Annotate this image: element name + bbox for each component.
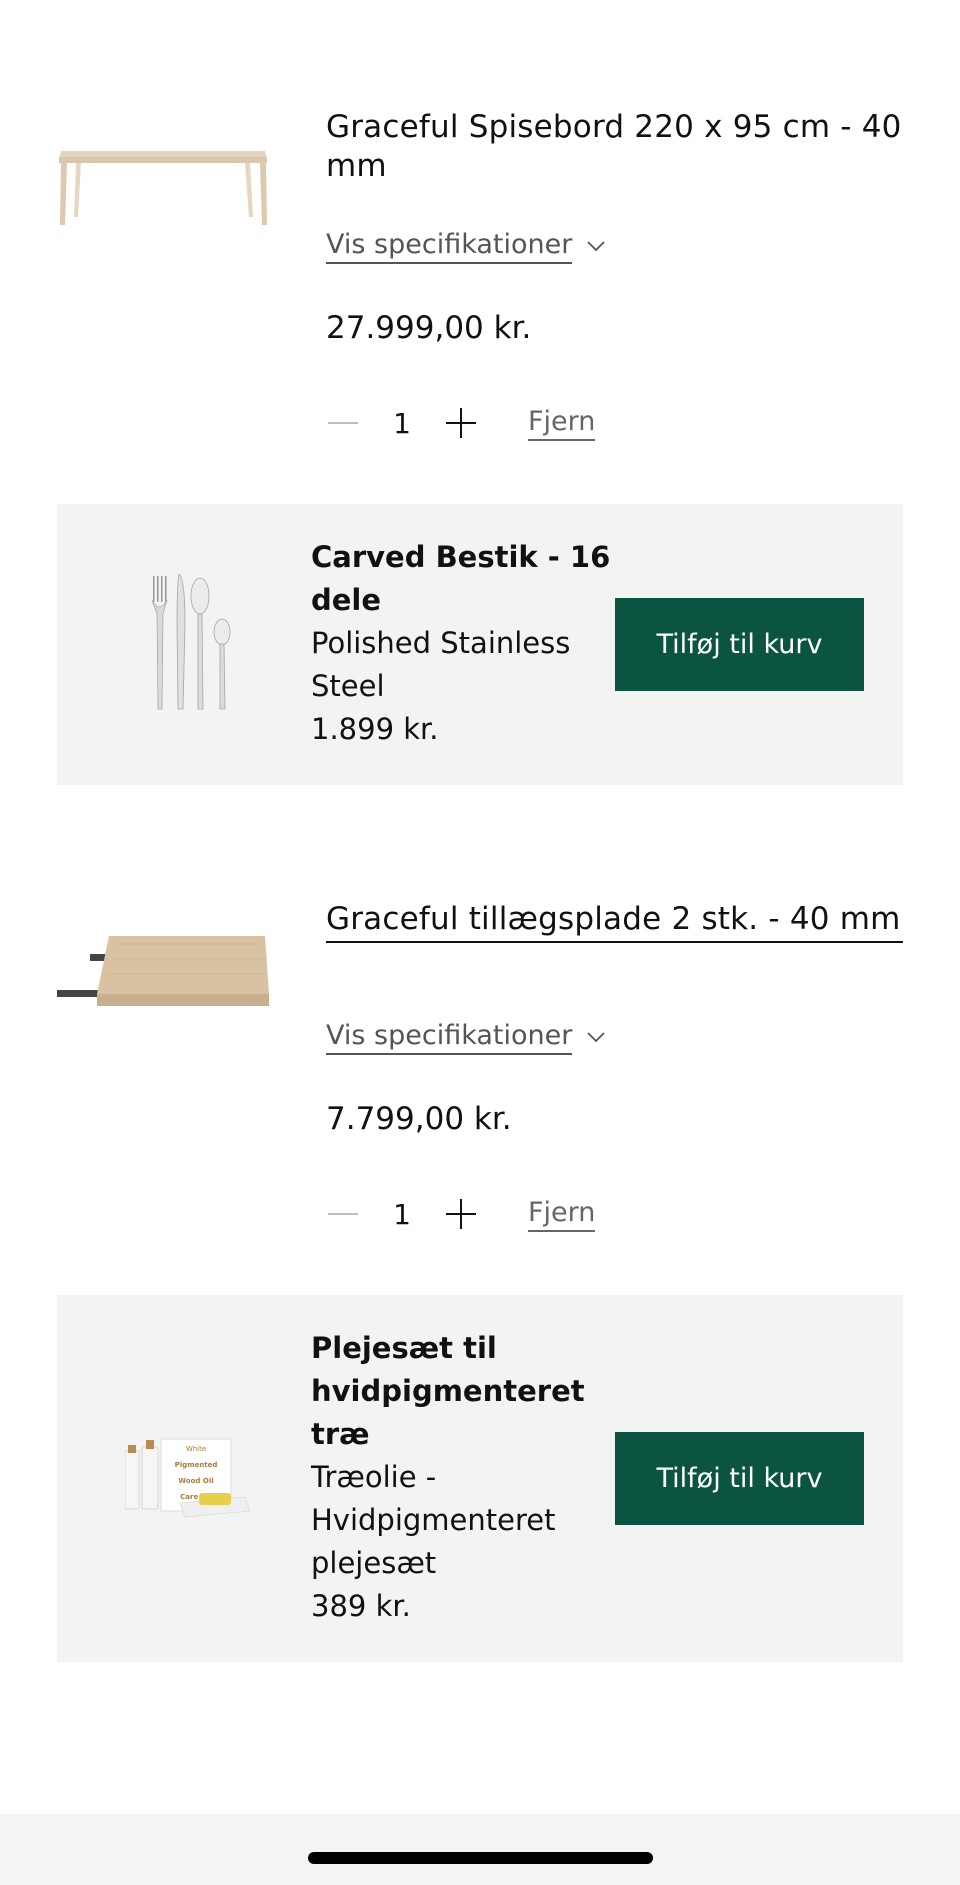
- upsell-variant: Polished Stainless Steel: [311, 626, 571, 703]
- chevron-down-icon: [587, 1032, 605, 1043]
- product-title[interactable]: Graceful tillægsplade 2 stk. - 40 mm: [326, 900, 903, 943]
- care-kit-label-wood-oil: Wood Oil: [178, 1477, 213, 1485]
- quantity-value: 1: [393, 1197, 411, 1231]
- spec-toggle[interactable]: Vis specifikationer: [326, 228, 606, 264]
- minus-icon[interactable]: [326, 406, 360, 440]
- upsell-card: White Pigmented Wood Oil Care Kit Plejes…: [57, 1295, 903, 1662]
- chevron-down-icon: [587, 241, 605, 252]
- home-indicator[interactable]: [308, 1852, 653, 1864]
- minus-icon[interactable]: [326, 1197, 360, 1231]
- quantity-stepper: 1 Fjern: [326, 405, 596, 441]
- item-price: 27.999,00 kr.: [326, 310, 532, 346]
- spec-toggle[interactable]: Vis specifikationer: [326, 1019, 606, 1055]
- plus-icon[interactable]: [444, 406, 478, 440]
- upsell-card: Carved Bestik - 16 dele Polished Stainle…: [57, 504, 903, 785]
- dining-table-image[interactable]: [57, 145, 269, 235]
- add-to-cart-button[interactable]: Tilføj til kurv: [615, 1432, 864, 1525]
- item-price: 7.799,00 kr.: [326, 1101, 512, 1137]
- quantity-stepper: 1 Fjern: [326, 1196, 596, 1232]
- product-title-text[interactable]: Graceful tillægsplade 2 stk. - 40 mm: [326, 900, 903, 943]
- care-kit-label-pigmented: Pigmented: [175, 1461, 218, 1469]
- upsell-price: 1.899 kr.: [311, 712, 439, 746]
- upsell-variant: Træolie - Hvidpigmenteret plejesæt: [311, 1460, 556, 1580]
- upsell-details: Carved Bestik - 16 dele Polished Stainle…: [311, 536, 611, 751]
- home-indicator-area: [0, 1814, 960, 1885]
- remove-link[interactable]: Fjern: [528, 405, 596, 441]
- upsell-name[interactable]: Carved Bestik - 16 dele: [311, 536, 611, 622]
- plus-icon[interactable]: [444, 1197, 478, 1231]
- extension-leaf-image[interactable]: [57, 934, 269, 1014]
- care-kit-label-white: White: [186, 1445, 206, 1453]
- remove-link[interactable]: Fjern: [528, 1196, 596, 1232]
- upsell-price: 389 kr.: [311, 1589, 411, 1623]
- quantity-value: 1: [393, 406, 411, 440]
- upsell-details: Plejesæt til hvidpigmenteret træ Træolie…: [311, 1327, 611, 1628]
- add-to-cart-button[interactable]: Tilføj til kurv: [615, 598, 864, 691]
- product-title[interactable]: Graceful Spisebord 220 x 95 cm - 40 mm: [326, 108, 903, 186]
- cutlery-image: [145, 573, 235, 718]
- care-kit-image: White Pigmented Wood Oil Care Kit: [124, 1437, 251, 1523]
- spec-toggle-label[interactable]: Vis specifikationer: [326, 1019, 573, 1055]
- product-title-text[interactable]: Graceful Spisebord 220 x 95 cm - 40 mm: [326, 108, 903, 186]
- upsell-name[interactable]: Plejesæt til hvidpigmenteret træ: [311, 1327, 611, 1456]
- spec-toggle-label[interactable]: Vis specifikationer: [326, 228, 573, 264]
